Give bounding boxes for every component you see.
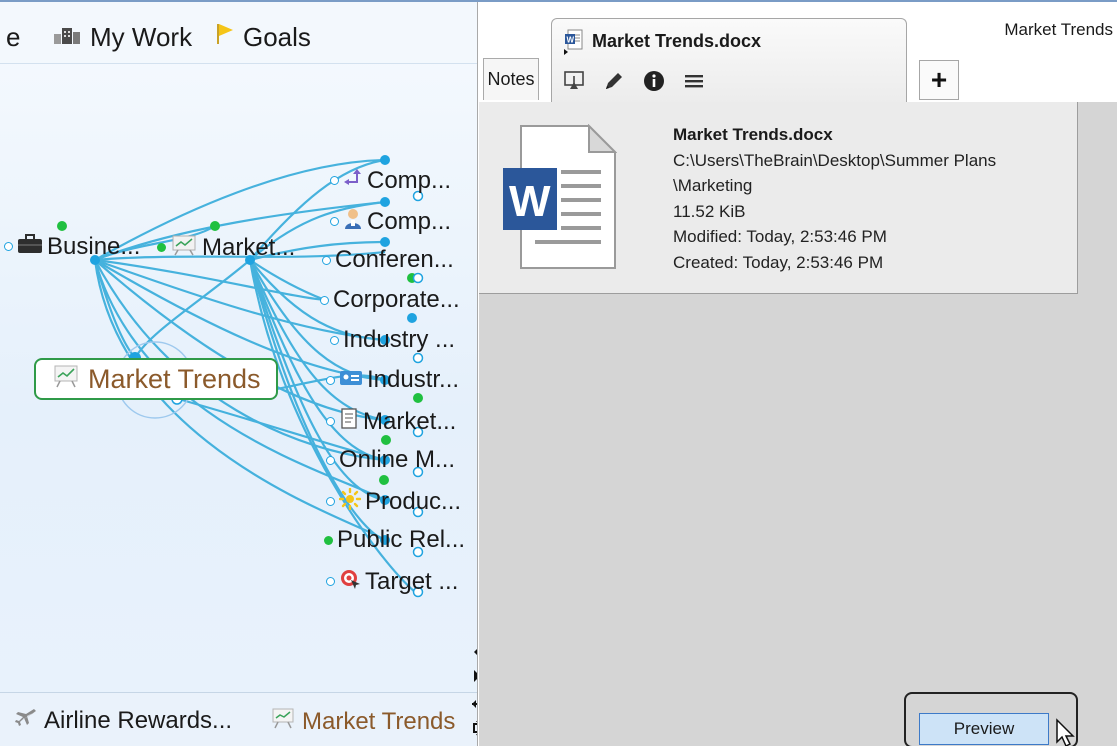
menu-icon[interactable] [682, 69, 706, 93]
add-label: + [930, 64, 948, 95]
sun-icon [338, 487, 362, 515]
file-details-card: W Market Trends.docx C:\Users\TheBrain\D… [479, 102, 1078, 294]
svg-text:W: W [567, 36, 575, 45]
svg-text:W: W [509, 177, 551, 226]
history-item-airline-rewards[interactable]: Airline Rewards... [14, 707, 232, 735]
node-ring [330, 176, 339, 185]
info-icon[interactable] [642, 69, 666, 93]
child-thought-comp-1[interactable]: Comp... [330, 168, 451, 193]
tab-notes[interactable]: Notes [483, 58, 539, 100]
splitter-controls[interactable] [470, 642, 477, 742]
node-ring [326, 497, 335, 506]
active-thought-label: Market Trends [88, 363, 261, 394]
person-icon [343, 208, 363, 235]
airplane-icon [14, 707, 38, 735]
document-icon [339, 408, 359, 435]
attachments-pane: Notes W Market Trends.docx + Market Tren… [479, 2, 1117, 746]
child-thought-corporate[interactable]: Corporate... [320, 288, 460, 312]
child-thought-market[interactable]: Market... [326, 408, 456, 435]
thought-label: Produc... [365, 487, 462, 515]
file-created: Created: Today, 2:53:46 PM [673, 252, 884, 272]
plex-canvas[interactable]: Busine... Market... Market Trends Comp..… [0, 2, 477, 692]
chart-board-icon [52, 364, 80, 395]
node-ring [320, 295, 329, 305]
active-thought[interactable]: Market Trends [34, 358, 278, 400]
file-name: Market Trends.docx [673, 125, 833, 144]
tab-title: Market Trends.docx [592, 31, 762, 51]
thought-label: Corporate... [333, 286, 460, 313]
node-dot [157, 243, 166, 252]
window-title: Market Trends [1004, 20, 1113, 39]
thought-label: Busine... [47, 232, 141, 260]
node-ring [330, 335, 339, 345]
add-tab-button[interactable]: + [919, 60, 959, 100]
file-info: Market Trends.docx C:\Users\TheBrain\Des… [673, 122, 996, 275]
child-thought-industry-1[interactable]: Industry ... [330, 328, 455, 352]
preview-button[interactable]: Preview [919, 713, 1049, 745]
history-label: Airline Rewards... [44, 707, 233, 734]
history-label: Market Trends [302, 707, 456, 735]
parent-thought-market[interactable]: Market... [157, 234, 295, 261]
thought-label: Industry ... [343, 326, 456, 353]
word-document-icon[interactable]: W [501, 123, 618, 275]
file-size: 11.52 KiB [673, 201, 746, 221]
node-ring [330, 217, 339, 226]
thought-label: Industr... [367, 366, 460, 393]
child-thought-online-m[interactable]: Online M... [326, 448, 455, 472]
presentation-icon [170, 234, 198, 261]
mouse-cursor-icon [1055, 718, 1077, 746]
thought-label: Comp... [367, 207, 452, 235]
word-file-icon: W [564, 29, 584, 60]
thought-label: Comp... [367, 166, 452, 194]
parent-thought-business[interactable]: Busine... [4, 234, 140, 259]
node-ring [322, 255, 331, 265]
node-ring [4, 242, 13, 251]
child-thought-produc[interactable]: Produc... [326, 487, 462, 515]
briefcase-icon [17, 234, 43, 259]
app-window: e My Work Goals Busine... Market... Mark… [0, 0, 1117, 746]
tab-label: Notes [487, 69, 535, 89]
thought-label: Public Rel... [337, 526, 466, 553]
id-card-icon [339, 368, 363, 392]
thought-label: Target ... [365, 567, 459, 595]
file-path-line-1: C:\Users\TheBrain\Desktop\Summer Plans [673, 150, 997, 170]
preview-label: Preview [953, 719, 1015, 738]
file-modified: Modified: Today, 2:53:46 PM [673, 227, 887, 246]
history-item-market-trends[interactable]: Market Trends [270, 707, 455, 736]
brain-pane[interactable]: e My Work Goals Busine... Market... Mark… [0, 2, 478, 746]
thought-label: Market... [363, 407, 457, 435]
tab-toolbar [562, 69, 706, 93]
child-thought-industry-2[interactable]: Industr... [326, 368, 459, 392]
thought-label: Online M... [339, 446, 456, 473]
target-icon [339, 568, 361, 595]
node-ring [326, 455, 335, 465]
node-ring [326, 375, 335, 385]
thought-label: Market... [202, 233, 296, 261]
node-ring [326, 417, 335, 426]
pencil-icon[interactable] [602, 69, 626, 93]
present-icon[interactable] [562, 69, 586, 93]
thought-label: Conferen... [335, 246, 454, 273]
history-bar: Airline Rewards... Market Trends [0, 692, 477, 746]
child-thought-public-rel[interactable]: Public Rel... [324, 528, 465, 552]
tab-file-attachment[interactable]: W Market Trends.docx [551, 18, 907, 104]
tab-strip: Notes W Market Trends.docx + Market Tren… [479, 2, 1117, 104]
child-thought-comp-2[interactable]: Comp... [330, 208, 451, 235]
arrows-icon [343, 168, 363, 193]
file-path-line-2: \Marketing [673, 176, 753, 195]
child-thought-conferen[interactable]: Conferen... [322, 248, 454, 272]
chart-board-icon [270, 707, 296, 736]
child-thought-target[interactable]: Target ... [326, 568, 458, 595]
node-dot [324, 535, 333, 545]
node-ring [326, 577, 335, 586]
